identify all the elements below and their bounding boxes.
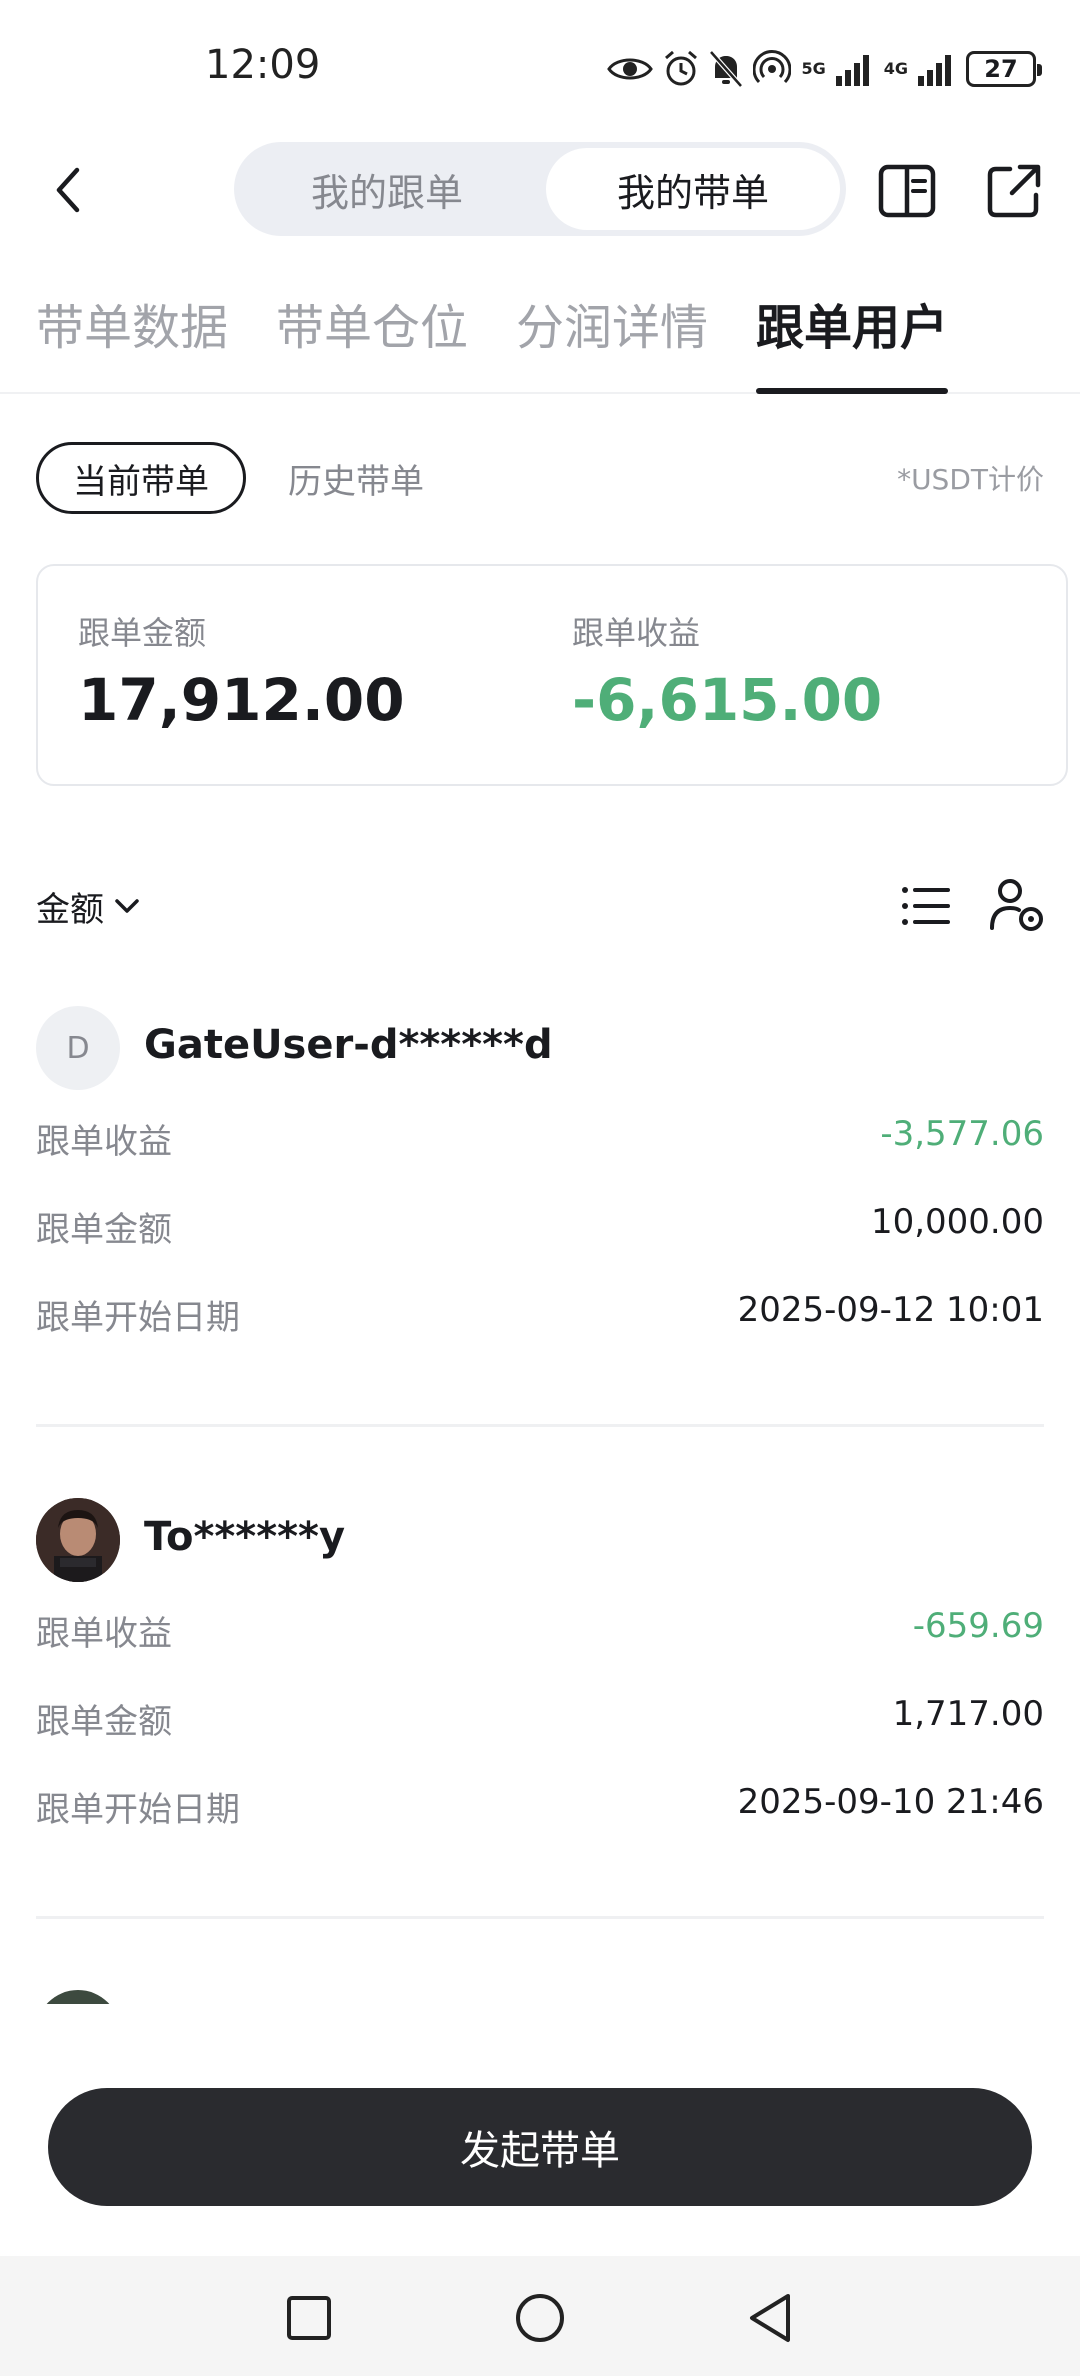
back-button[interactable]: [40, 162, 96, 218]
book-button[interactable]: [876, 160, 938, 222]
nav-back-button[interactable]: [740, 2288, 800, 2348]
summary-profit-label: 跟单收益: [572, 614, 701, 652]
follower-card[interactable]: D GateUser-d******d 跟单收益 -3,577.06 跟单金额 …: [36, 1006, 1044, 1356]
segment-my-follow[interactable]: 我的跟单: [240, 148, 534, 230]
summary-amount-value: 17,912.00: [78, 666, 405, 734]
signal-icon-2: [918, 55, 951, 86]
summary-profit-value: -6,615.00: [572, 666, 883, 734]
signal-icon: [835, 55, 869, 86]
tab-followers[interactable]: 跟单用户: [756, 288, 948, 358]
share-button[interactable]: [983, 160, 1045, 222]
list-fade: [0, 2004, 1080, 2084]
follower-row-amount: 跟单金额 1,717.00: [36, 1672, 1044, 1760]
row-label: 跟单收益: [36, 1614, 172, 1654]
list-icon: [902, 887, 950, 925]
battery-indicator: 27: [966, 51, 1042, 87]
hotspot-icon: [753, 50, 792, 84]
row-value: 2025-09-10 21:46: [737, 1782, 1044, 1822]
home-button[interactable]: [510, 2288, 570, 2348]
circle-icon: [516, 2294, 564, 2342]
tab-indicator: [756, 388, 948, 394]
chevron-down-icon: [115, 899, 139, 913]
filter-row: 当前带单 历史带单 *USDT计价: [36, 442, 1044, 516]
follower-header: To******y: [36, 1498, 1044, 1584]
avatar: D: [36, 1006, 120, 1090]
row-value: 1,717.00: [892, 1694, 1044, 1734]
summary-amount-label: 跟单金额: [78, 614, 207, 652]
filter-history-lead[interactable]: 历史带单: [288, 442, 424, 514]
alarm-icon: [665, 50, 698, 86]
back-arrow-icon: [56, 167, 80, 213]
start-lead-button[interactable]: 发起带单: [48, 2088, 1032, 2206]
follower-row-start-date: 跟单开始日期 2025-09-12 10:01: [36, 1268, 1044, 1356]
sort-label: 金额: [36, 889, 104, 930]
row-label: 跟单开始日期: [36, 1790, 240, 1830]
sort-dropdown[interactable]: 金额: [36, 876, 140, 936]
follower-row-amount: 跟单金额 10,000.00: [36, 1180, 1044, 1268]
square-icon: [287, 2296, 331, 2340]
recents-button[interactable]: [279, 2288, 339, 2348]
status-time: 12:09: [205, 42, 321, 88]
sim1-label: 5G: [801, 59, 826, 78]
user-settings-button[interactable]: [988, 876, 1046, 934]
book-icon: [878, 164, 936, 218]
list-view-button[interactable]: [898, 878, 954, 934]
tab-lead-positions[interactable]: 带单仓位: [276, 288, 468, 358]
row-label: 跟单金额: [36, 1702, 172, 1742]
user-settings-icon: [990, 879, 1043, 931]
row-value: 2025-09-12 10:01: [737, 1290, 1044, 1330]
sort-row: 金额: [36, 876, 1044, 936]
follower-row-start-date: 跟单开始日期 2025-09-10 21:46: [36, 1760, 1044, 1848]
follower-header: D GateUser-d******d: [36, 1006, 1044, 1092]
row-label: 跟单金额: [36, 1210, 172, 1250]
follower-card[interactable]: To******y 跟单收益 -659.69 跟单金额 1,717.00 跟单开…: [36, 1498, 1044, 1848]
tab-profit-share[interactable]: 分润详情: [516, 288, 708, 358]
segment-my-lead[interactable]: 我的带单: [546, 148, 840, 230]
divider: [36, 1424, 1044, 1427]
tab-bar: 带单数据 带单仓位 分润详情 跟单用户: [0, 268, 1080, 394]
status-icons: 5G 4G 27: [607, 48, 1042, 90]
row-label: 跟单开始日期: [36, 1298, 240, 1338]
currency-note: *USDT计价: [897, 463, 1044, 496]
follower-row-profit: 跟单收益 -659.69: [36, 1584, 1044, 1672]
tab-lead-data[interactable]: 带单数据: [36, 288, 228, 358]
avatar-photo-icon: [36, 1498, 120, 1582]
summary-profit: 跟单收益 -6,615.00: [572, 608, 882, 734]
mute-bell-icon: [709, 50, 744, 88]
row-value: -3,577.06: [880, 1114, 1044, 1154]
follower-name: GateUser-d******d: [144, 1022, 553, 1068]
top-header: 我的跟单 我的带单: [0, 140, 1080, 240]
status-bar: 12:09 5G 4G 27: [0, 0, 1080, 140]
filter-current-lead[interactable]: 当前带单: [36, 442, 246, 514]
row-label: 跟单收益: [36, 1122, 172, 1162]
summary-card: 跟单金额 17,912.00 跟单收益 -6,615.00: [36, 564, 1068, 786]
row-value: 10,000.00: [870, 1202, 1044, 1242]
summary-amount: 跟单金额 17,912.00: [78, 608, 405, 734]
triangle-back-icon: [750, 2294, 790, 2342]
mode-switch: 我的跟单 我的带单: [234, 142, 846, 236]
row-value: -659.69: [912, 1606, 1044, 1646]
divider: [36, 1916, 1044, 1919]
system-nav-bar: [0, 2256, 1080, 2376]
follower-name: To******y: [144, 1514, 346, 1560]
eye-icon: [607, 58, 654, 80]
follower-row-profit: 跟单收益 -3,577.06: [36, 1092, 1044, 1180]
share-icon: [987, 164, 1041, 218]
avatar: [36, 1498, 120, 1582]
sim2-label: 4G: [883, 59, 908, 78]
